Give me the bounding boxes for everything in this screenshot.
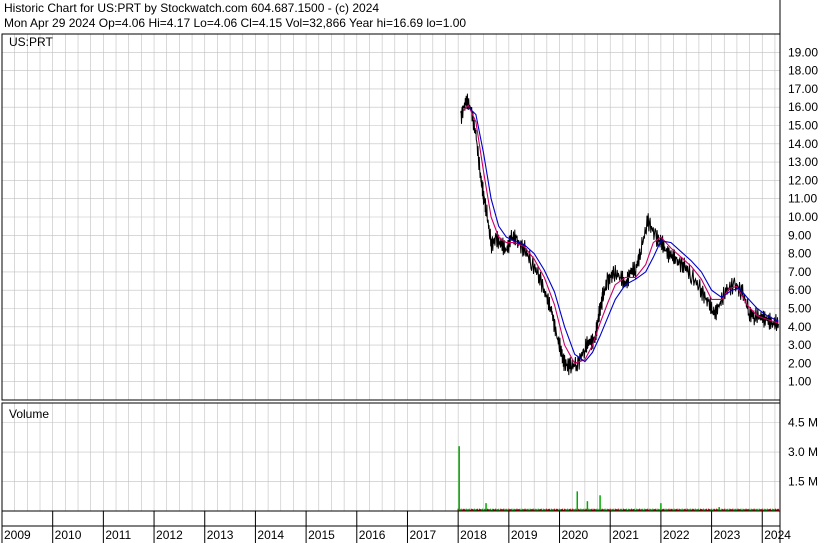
- price-tick-label: 14.00: [788, 137, 818, 151]
- volume-panel-frame: [1, 402, 781, 512]
- year-label: 2011: [105, 528, 131, 542]
- year-label: 2018: [460, 528, 487, 542]
- year-label: 2010: [55, 528, 82, 542]
- price-tick-label: 2.00: [788, 356, 812, 370]
- price-tick-label: 19.00: [788, 45, 818, 59]
- volume-tick-label: 4.5 M: [788, 416, 818, 430]
- price-tick-label: 15.00: [788, 119, 818, 133]
- year-label: 2024: [764, 528, 791, 542]
- price-panel-title: US:PRT: [9, 35, 53, 49]
- year-label: 2019: [511, 528, 538, 542]
- price-tick-label: 9.00: [788, 228, 812, 242]
- volume-panel-title: Volume: [9, 407, 49, 421]
- year-label: 2020: [562, 528, 589, 542]
- price-tick-label: 3.00: [788, 338, 812, 352]
- price-tick-label: 10.00: [788, 210, 818, 224]
- price-tick-label: 12.00: [788, 173, 818, 187]
- price-tick-label: 5.00: [788, 302, 812, 316]
- stock-chart: 1.00 2.00 3.00 4.00 5.00 6.00 7.00 8.00 9.00 10.0…: [1, 0, 818, 543]
- year-label: 2021: [612, 528, 639, 542]
- year-label: 2009: [4, 528, 31, 542]
- price-layer: [460, 93, 779, 376]
- price-tick-label: 17.00: [788, 82, 818, 96]
- price-tick-label: 11.00: [788, 192, 817, 206]
- price-tick-label: 8.00: [788, 247, 812, 261]
- year-label: 2023: [714, 528, 741, 542]
- price-tick-label: 7.00: [788, 265, 812, 279]
- price-tick-label: 4.00: [788, 320, 812, 334]
- price-tick-label: 1.00: [788, 375, 812, 389]
- price-tick-label: 16.00: [788, 100, 818, 114]
- chart-grid: [1, 34, 780, 511]
- year-label: 2013: [207, 528, 234, 542]
- year-label: 2015: [308, 528, 335, 542]
- volume-tick-label: 1.5 M: [788, 475, 818, 489]
- year-label: 2017: [409, 528, 436, 542]
- year-label: 2012: [156, 528, 183, 542]
- price-tick-label: 18.00: [788, 64, 818, 78]
- volume-tick-label: 3.0 M: [788, 445, 818, 459]
- volume-layer: [457, 446, 780, 511]
- year-label: 2022: [663, 528, 690, 542]
- price-tick-label: 6.00: [788, 283, 812, 297]
- x-axis-frame: [1, 510, 781, 527]
- price-series-0: [460, 93, 779, 376]
- year-label: 2014: [257, 528, 284, 542]
- year-label: 2016: [359, 528, 386, 542]
- price-tick-label: 13.00: [788, 155, 818, 169]
